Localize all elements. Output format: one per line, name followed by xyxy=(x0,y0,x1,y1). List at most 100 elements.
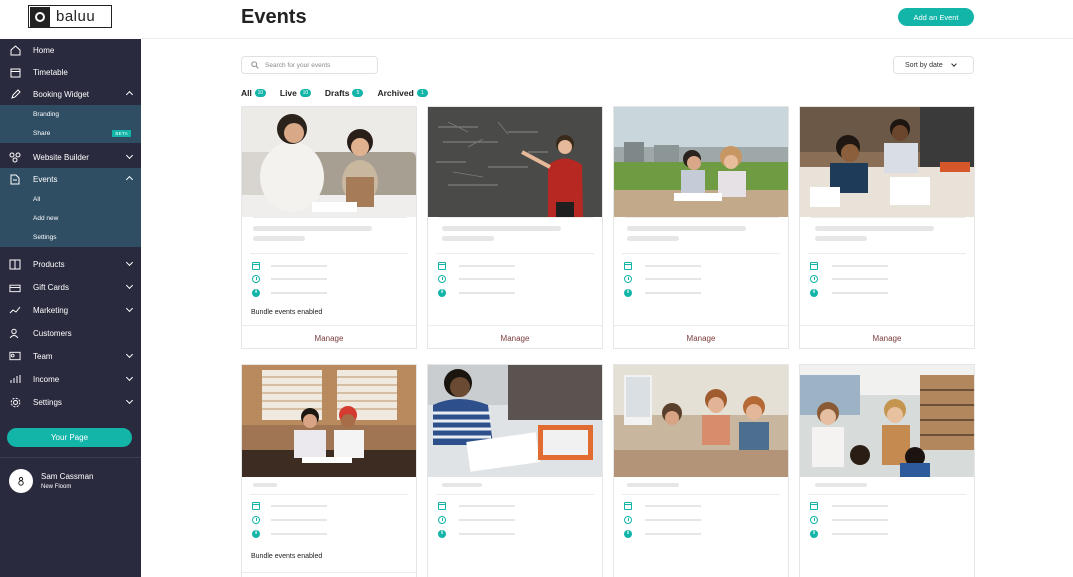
sidebar-subitem-all[interactable]: All xyxy=(0,190,141,209)
event-card[interactable]: Bundle events enabled xyxy=(241,364,417,577)
bundle-status: Bundle events enabled xyxy=(251,553,323,560)
info-placeholder xyxy=(271,292,327,294)
sort-label: Sort by date xyxy=(905,61,943,69)
tab-drafts[interactable]: Drafts 5 xyxy=(325,88,364,98)
sort-dropdown[interactable]: Sort by date xyxy=(893,56,974,74)
tab-count-badge: 1 xyxy=(416,89,428,97)
info-icon xyxy=(438,529,446,538)
home-icon xyxy=(9,44,21,56)
manage-button[interactable]: Manage xyxy=(242,334,416,343)
info-placeholder xyxy=(271,533,327,535)
card-divider xyxy=(614,325,788,326)
tab-all[interactable]: All 10 xyxy=(241,88,266,98)
sidebar-item-team[interactable]: Team xyxy=(0,345,141,367)
clock-icon xyxy=(438,275,446,283)
logo-text: baluu xyxy=(56,8,96,25)
sidebar-item-label: Settings xyxy=(33,397,62,407)
sidebar-item-products[interactable]: Products xyxy=(0,253,141,275)
sidebar-item-label: Income xyxy=(33,374,60,384)
id-card-icon xyxy=(9,350,21,362)
user-profile[interactable]: Sam Cassman New Floom xyxy=(9,469,93,493)
event-card[interactable]: Bundle events enabled Manage xyxy=(241,106,417,349)
sidebar-item-label: Home xyxy=(33,45,55,55)
event-card[interactable]: Manage xyxy=(799,106,975,349)
calendar-icon xyxy=(9,66,21,78)
calendar-icon xyxy=(252,262,260,270)
event-card[interactable] xyxy=(613,364,789,577)
chevron-down-icon xyxy=(125,373,134,382)
sidebar-item-gift-cards[interactable]: Gift Cards xyxy=(0,276,141,298)
info-icon xyxy=(252,288,260,297)
sidebar-item-website-builder[interactable]: Website Builder xyxy=(0,146,141,168)
document-icon xyxy=(9,173,21,185)
event-card[interactable]: Manage xyxy=(427,106,603,349)
your-page-label: Your Page xyxy=(50,433,89,442)
beta-badge: BETA xyxy=(112,130,131,137)
chevron-down-icon xyxy=(950,61,957,67)
event-image[interactable] xyxy=(800,107,974,217)
logo-mark-icon xyxy=(30,6,50,27)
tab-archived[interactable]: Archived 1 xyxy=(377,88,428,98)
info-placeholder xyxy=(645,533,701,535)
sidebar-item-settings[interactable]: Settings xyxy=(0,391,141,413)
sidebar-subitem-branding[interactable]: Branding xyxy=(0,105,141,124)
card-divider xyxy=(808,494,966,495)
tab-count-badge: 5 xyxy=(352,89,364,97)
tab-live[interactable]: Live 10 xyxy=(280,88,311,98)
manage-button[interactable]: Manage xyxy=(428,334,602,343)
sidebar-item-label: Team xyxy=(33,351,53,361)
title-placeholder xyxy=(442,483,482,487)
event-image[interactable] xyxy=(428,107,602,217)
baluu-logo[interactable]: baluu xyxy=(28,5,112,28)
event-card[interactable] xyxy=(799,364,975,577)
sidebar-item-booking-widget[interactable]: Booking Widget xyxy=(0,83,141,105)
sidebar-item-label: Customers xyxy=(33,328,72,338)
sidebar-item-customers[interactable]: Customers xyxy=(0,322,141,344)
search-input[interactable]: Search for your events xyxy=(241,56,378,74)
event-image[interactable] xyxy=(800,365,974,477)
card-divider xyxy=(622,253,780,254)
event-card[interactable] xyxy=(427,364,603,577)
sidebar-subitem-add-new[interactable]: Add new xyxy=(0,209,141,228)
events-submenu: All Add new Settings xyxy=(0,190,141,247)
info-placeholder xyxy=(459,292,515,294)
add-event-label: Add an Event xyxy=(913,12,959,22)
sidebar-subitem-share[interactable]: Share BETA xyxy=(0,124,141,143)
title-placeholder xyxy=(442,226,561,231)
event-image[interactable] xyxy=(614,107,788,217)
time-placeholder xyxy=(832,519,888,521)
manage-button[interactable]: Manage xyxy=(614,334,788,343)
sidebar-item-events[interactable]: Events xyxy=(0,168,141,190)
event-card[interactable]: Manage xyxy=(613,106,789,349)
sidebar: baluu Home Timetable Booking Widget Bran… xyxy=(0,0,141,577)
manage-button[interactable]: Manage xyxy=(800,334,974,343)
chevron-down-icon xyxy=(125,396,134,405)
event-image[interactable] xyxy=(242,365,416,477)
users-icon xyxy=(9,327,21,339)
bar-chart-icon xyxy=(9,373,21,385)
event-image[interactable] xyxy=(428,365,602,477)
sidebar-item-timetable[interactable]: Timetable xyxy=(0,61,141,83)
sidebar-item-marketing[interactable]: Marketing xyxy=(0,299,141,321)
time-placeholder xyxy=(832,278,888,280)
sidebar-subitem-settings[interactable]: Settings xyxy=(0,228,141,247)
card-divider xyxy=(436,253,594,254)
event-image[interactable] xyxy=(614,365,788,477)
subtitle-placeholder xyxy=(442,236,494,241)
your-page-button[interactable]: Your Page xyxy=(7,428,132,447)
website-builder-icon xyxy=(9,151,21,163)
event-image[interactable] xyxy=(242,107,416,217)
user-avatar-icon xyxy=(18,476,24,486)
sidebar-item-home[interactable]: Home xyxy=(0,39,141,61)
pencil-icon xyxy=(9,88,21,100)
tab-label: Archived xyxy=(377,88,414,98)
tab-label: Live xyxy=(279,88,297,98)
sidebar-item-income[interactable]: Income xyxy=(0,368,141,390)
chevron-down-icon xyxy=(125,281,134,290)
sidebar-item-label: Marketing xyxy=(33,305,69,315)
time-placeholder xyxy=(645,519,701,521)
info-icon xyxy=(624,529,632,538)
add-event-button[interactable]: Add an Event xyxy=(898,8,974,26)
card-divider xyxy=(439,217,593,218)
subitem-label: Settings xyxy=(33,234,57,241)
